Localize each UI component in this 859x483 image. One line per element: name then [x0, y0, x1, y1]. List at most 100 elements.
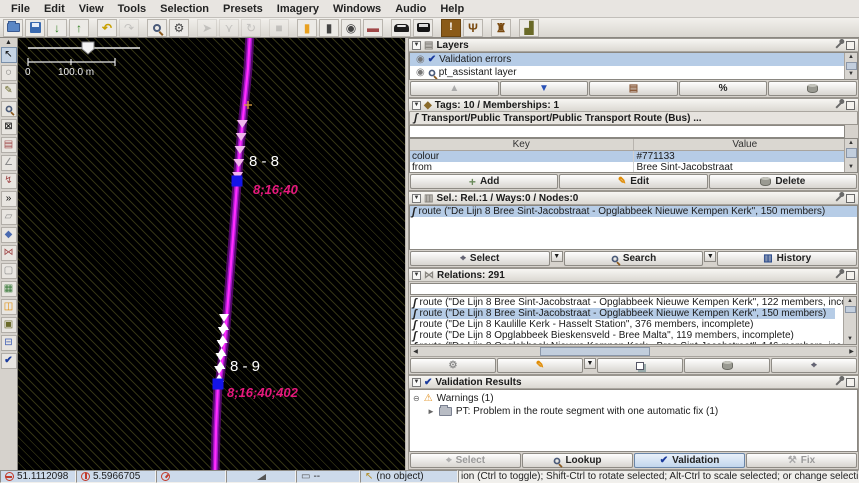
layer-row-partial[interactable]: ◉ ◉	[410, 79, 848, 80]
save-button[interactable]	[25, 19, 45, 37]
pin-icon[interactable]	[835, 41, 842, 48]
delete-tool-button[interactable]: ⊠	[1, 119, 17, 135]
relation-row[interactable]: ʃ route ("De Lijn 8 Kaulille Kerk - Hass…	[411, 319, 835, 330]
split-way-button[interactable]: ⋎	[219, 19, 239, 37]
opacity-button[interactable]: %	[679, 81, 768, 96]
scroll-up-icon[interactable]: ▲	[848, 139, 854, 148]
placeholder-button[interactable]: ■	[269, 19, 289, 37]
validate-tool-button[interactable]: ✔	[1, 353, 17, 369]
close-icon[interactable]	[846, 271, 855, 280]
history-button[interactable]: ▥History	[717, 251, 857, 266]
layer-down-button[interactable]: ▼	[500, 81, 589, 96]
undo-button[interactable]: ↶	[97, 19, 117, 37]
tag-row-colour[interactable]: colour #771133	[410, 151, 857, 162]
expander-closed-icon[interactable]: ►	[427, 407, 435, 416]
collapse-icon[interactable]: ▼	[412, 378, 421, 387]
scroll-left-icon[interactable]: ◀	[411, 348, 420, 355]
copy-tags-tool-button[interactable]: ▤	[1, 137, 17, 153]
scroll-down-icon[interactable]: ▼	[848, 70, 854, 79]
scroll-thumb[interactable]	[540, 347, 650, 356]
wireframe-button[interactable]: ➤	[197, 19, 217, 37]
warnings-group-row[interactable]: ⊖ ⚠ Warnings (1)	[413, 392, 857, 405]
visibility-eye-icon[interactable]: ◉	[416, 54, 425, 65]
scroll-thumb[interactable]	[846, 62, 857, 70]
menu-audio[interactable]: Audio	[388, 2, 433, 16]
delete-tag-button[interactable]: Delete	[709, 174, 857, 189]
move-tool-button[interactable]: ↖	[1, 47, 17, 63]
merge-layer-button[interactable]: ▤	[589, 81, 678, 96]
pin-icon[interactable]	[835, 271, 842, 278]
zoom-tool-button[interactable]	[1, 101, 17, 117]
angle-snap-tool-button[interactable]: ∠	[1, 155, 17, 171]
relations-filter-input[interactable]	[410, 283, 857, 295]
key-column-header[interactable]: Key	[410, 139, 634, 150]
relation-row-selected[interactable]: ʃ route ("De Lijn 8 Bree Sint-Jacobstraa…	[411, 308, 835, 319]
delete-layer-button[interactable]	[768, 81, 857, 96]
improve-accuracy-tool-button[interactable]: ↯	[1, 173, 17, 189]
value-column-header[interactable]: Value	[634, 139, 858, 150]
preset-bus-button[interactable]	[413, 19, 433, 37]
layer-up-button[interactable]: ▲	[410, 81, 499, 96]
preferences-button[interactable]: ⚙	[169, 19, 189, 37]
extrude-tool-button[interactable]: ▱	[1, 209, 17, 225]
stop-node-2[interactable]	[213, 379, 224, 390]
menu-imagery[interactable]: Imagery	[270, 2, 326, 16]
visibility-eye-icon[interactable]: ◉	[416, 67, 425, 78]
fix-button[interactable]: ⚒Fix	[746, 453, 857, 468]
close-icon[interactable]	[846, 101, 855, 110]
menu-tools[interactable]: Tools	[111, 2, 154, 16]
zoom-slider[interactable]	[28, 42, 140, 54]
relation-row[interactable]: ʃ route ("De Lijn 8 Bree Sint-Jacobstraa…	[411, 297, 835, 308]
more-tools-button[interactable]: »	[1, 191, 17, 207]
validation-run-button[interactable]: ✔Validation	[634, 453, 745, 468]
zoom-selection-button[interactable]	[147, 19, 167, 37]
scroll-right-icon[interactable]: ▶	[847, 348, 856, 355]
preset-restaurant-button[interactable]: Ψ	[463, 19, 483, 37]
menu-help[interactable]: Help	[433, 2, 471, 16]
edit-tag-button[interactable]: ✎Edit	[559, 174, 707, 189]
open-button[interactable]	[3, 19, 23, 37]
relations-scrollbar[interactable]: ▲ ▼	[843, 297, 856, 344]
menu-file[interactable]: File	[4, 2, 37, 16]
pin-icon[interactable]	[835, 101, 842, 108]
add-tag-tool-button[interactable]: ◆	[1, 227, 17, 243]
preset-castle-button[interactable]: ♜	[491, 19, 511, 37]
relation-row[interactable]: ʃ route ("De Lijn 8 Opglabbeek Bieskensv…	[411, 330, 835, 341]
select-relation-button[interactable]: ⌖	[771, 358, 857, 373]
preset-building-button[interactable]: ▬	[363, 19, 383, 37]
menu-selection[interactable]: Selection	[153, 2, 216, 16]
scroll-down-icon[interactable]: ▼	[847, 335, 853, 344]
edit-relation-button[interactable]: ✎	[497, 358, 583, 373]
edit-dropdown-icon[interactable]: ▼	[584, 358, 596, 369]
relation-row-clipped[interactable]: ʃ route ("De Lijn 8 Opglabbeek Nieuwe Ke…	[411, 341, 835, 345]
scroll-thumb[interactable]	[845, 306, 856, 313]
preset-road-button[interactable]: ▮	[319, 19, 339, 37]
preset-signal-button[interactable]: ◉	[341, 19, 361, 37]
warning-item-row[interactable]: ► PT: Problem in the route segment with …	[413, 405, 857, 418]
layer-row-pt-assistant[interactable]: ◉ pt_assistant layer	[410, 66, 848, 79]
expander-open-icon[interactable]: ⊖	[413, 394, 420, 403]
preset-car-button[interactable]	[391, 19, 411, 37]
scroll-up-icon[interactable]: ▲	[847, 297, 853, 306]
tag-row-from[interactable]: from Bree Sint-Jacobstraat	[410, 162, 857, 173]
upload-button[interactable]: ↑	[69, 19, 89, 37]
pin-icon[interactable]	[835, 378, 842, 385]
relations-hscrollbar[interactable]: ◀ ▶	[410, 346, 857, 357]
map-paint-tool-button[interactable]: ▦	[1, 281, 17, 297]
stop-node-1[interactable]	[232, 176, 243, 187]
search-dropdown-icon[interactable]: ▼	[704, 251, 716, 262]
duplicate-relation-button[interactable]	[597, 358, 683, 373]
tags-scrollbar[interactable]: ▲ ▼	[844, 139, 857, 172]
create-relation-tool-button[interactable]: ⋈	[1, 245, 17, 261]
preset-works-button[interactable]: ▟	[519, 19, 539, 37]
close-icon[interactable]	[846, 41, 855, 50]
selection-tool-button[interactable]: ▢	[1, 263, 17, 279]
scroll-thumb[interactable]	[846, 148, 857, 158]
lookup-button[interactable]: Lookup	[522, 453, 633, 468]
collapse-icon[interactable]: ▼	[412, 271, 421, 280]
delete-relation-button[interactable]	[684, 358, 770, 373]
menu-presets[interactable]: Presets	[216, 2, 270, 16]
menu-edit[interactable]: Edit	[37, 2, 72, 16]
preset-motorway-button[interactable]: ▮	[297, 19, 317, 37]
draw-tool-button[interactable]: ✎	[1, 83, 17, 99]
